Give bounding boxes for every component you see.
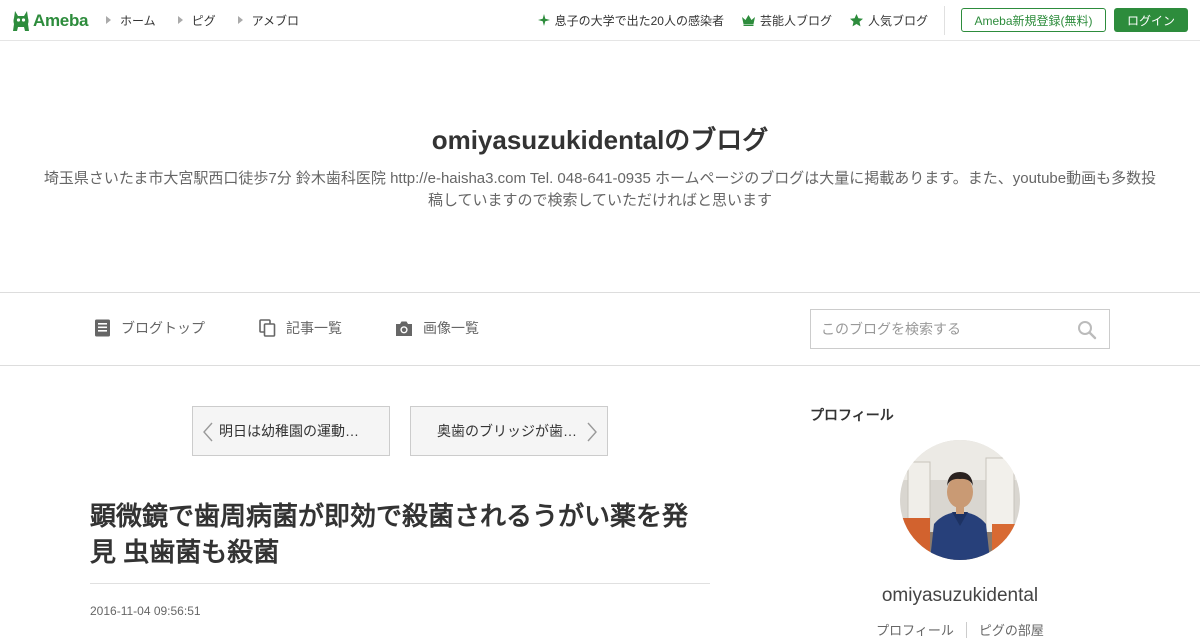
profile-name[interactable]: omiyasuzukidental xyxy=(810,585,1110,607)
article-list-link[interactable]: 記事一覧 xyxy=(259,318,342,338)
document-icon xyxy=(95,319,110,337)
logo-text: Ameba xyxy=(33,11,89,30)
article-date: 2016-11-04 09:56:51 xyxy=(90,604,201,618)
header-divider xyxy=(944,6,945,35)
copy-icon xyxy=(259,319,276,337)
login-button[interactable]: ログイン xyxy=(1114,8,1188,32)
article-title[interactable]: 顕微鏡で歯周病菌が即効で殺菌されるうがい薬を発見 虫歯菌も殺菌 xyxy=(90,498,710,570)
register-button[interactable]: Ameba新規登録(無料) xyxy=(961,8,1106,32)
chevron-left-icon xyxy=(203,422,213,442)
ameba-logo[interactable]: Ameba xyxy=(12,8,88,34)
ameba-mascot-icon xyxy=(13,11,29,31)
link-label: 人気ブログ xyxy=(867,13,928,28)
global-nav: ホーム ピグ アメブロ xyxy=(106,0,321,40)
trending-topic-link[interactable]: 息子の大学で出た20人の感染者 xyxy=(537,12,724,29)
next-article-button[interactable]: 奥歯のブリッジが歯茎にくい込む xyxy=(410,406,608,456)
article-divider xyxy=(90,583,710,584)
blog-nav: ブログトップ 記事一覧 画像一覧 xyxy=(0,292,1200,366)
blog-nav-label: 記事一覧 xyxy=(286,320,342,336)
link-label: 芸能人ブログ xyxy=(759,13,832,28)
profile-photo xyxy=(900,440,1020,560)
nav-pigg[interactable]: ピグ xyxy=(177,12,216,29)
blog-search xyxy=(810,309,1110,349)
nav-label: ホーム xyxy=(120,13,156,28)
celebrity-blog-link[interactable]: 芸能人ブログ xyxy=(741,12,832,29)
nav-label: ピグ xyxy=(191,13,216,28)
global-header: Ameba ホーム ピグ アメブロ 息子の大学で出た20人の感染者 芸能人ブログ… xyxy=(0,0,1200,41)
global-header-links: 息子の大学で出た20人の感染者 芸能人ブログ 人気ブログ xyxy=(520,0,928,40)
blog-nav-label: 画像一覧 xyxy=(423,320,479,336)
profile-heading: プロフィール xyxy=(810,407,894,423)
triangle-right-icon xyxy=(106,16,111,24)
nav-label: アメブロ xyxy=(251,13,300,28)
image-list-link[interactable]: 画像一覧 xyxy=(395,318,479,338)
sparkle-icon xyxy=(537,14,550,26)
blog-nav-label: ブログトップ xyxy=(121,320,205,336)
blog-description: 埼玉県さいたま市大宮駅西口徒歩7分 鈴木歯科医院 http://e-haisha… xyxy=(43,170,1157,209)
search-input[interactable] xyxy=(811,310,1071,348)
next-article-title: 奥歯のブリッジが歯茎にくい込む xyxy=(437,423,587,439)
prev-article-title: 明日は幼稚園の運動会です xyxy=(219,423,369,439)
avatar[interactable] xyxy=(900,440,1020,560)
crown-icon xyxy=(741,14,755,26)
camera-icon xyxy=(396,321,412,336)
star-icon xyxy=(849,13,863,26)
triangle-right-icon xyxy=(177,16,183,24)
chevron-right-icon xyxy=(587,422,597,442)
prev-article-button[interactable]: 明日は幼稚園の運動会です xyxy=(192,406,390,456)
link-label: 息子の大学で出た20人の感染者 xyxy=(554,13,724,28)
search-icon[interactable] xyxy=(1077,320,1097,340)
nav-home[interactable]: ホーム xyxy=(106,12,156,29)
blog-top-link[interactable]: ブログトップ xyxy=(94,318,205,338)
triangle-right-icon xyxy=(237,16,243,24)
nav-ameblo[interactable]: アメブロ xyxy=(237,12,300,29)
popular-blog-link[interactable]: 人気ブログ xyxy=(849,12,928,29)
blog-title[interactable]: omiyasuzukidentalのブログ xyxy=(0,120,1200,157)
